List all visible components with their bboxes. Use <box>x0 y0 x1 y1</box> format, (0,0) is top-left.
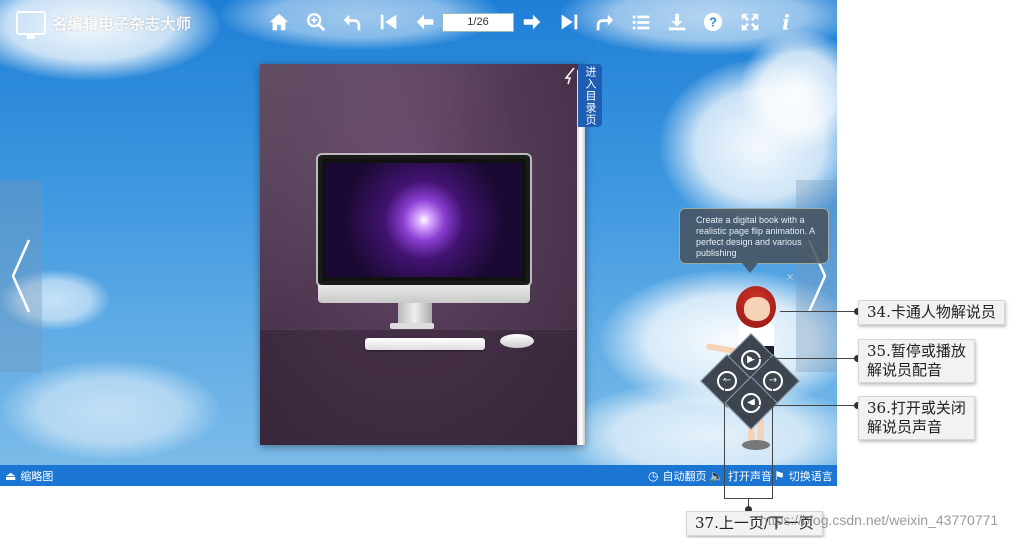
annotation-36-line1: 36.打开或关闭 <box>867 399 966 417</box>
speaker-icon: 🔈 <box>709 469 724 483</box>
play-icon: ▶ <box>741 350 761 370</box>
logo-text: 名编辑电子杂志大师 <box>52 14 192 33</box>
sound-toggle-button[interactable]: 🔈 打开声音 <box>709 468 772 484</box>
undo-back-icon[interactable] <box>340 10 364 34</box>
download-icon[interactable] <box>665 10 689 34</box>
annotation-35: 35.暂停或播放 解说员配音 <box>858 339 975 383</box>
fullscreen-icon[interactable] <box>738 10 762 34</box>
last-page-icon[interactable] <box>557 10 581 34</box>
annotation-35-line2: 解说员配音 <box>867 361 943 379</box>
close-icon[interactable]: × <box>786 272 794 283</box>
auto-flip-label: 自动翻页 <box>662 470 707 483</box>
page-corner-cursor-icon <box>564 67 575 85</box>
svg-text:i: i <box>782 11 790 33</box>
keyboard-illustration <box>365 338 485 350</box>
prev-page-icon[interactable] <box>413 10 437 34</box>
speaker-icon: ◀ <box>741 393 761 413</box>
monitor-logo-icon <box>16 11 46 39</box>
monitor-artwork <box>326 163 522 277</box>
narrator-stand <box>742 440 770 450</box>
leader-line <box>772 380 773 498</box>
flag-icon: ⚑ <box>774 469 785 483</box>
cloud <box>0 360 220 460</box>
flipbook-stage: 名编辑电子杂志大师 1/26 ? i 进入目录页 Create a digita… <box>0 0 837 486</box>
home-icon[interactable] <box>267 10 291 34</box>
svg-text:?: ? <box>709 15 717 30</box>
monitor-chin <box>318 285 530 303</box>
narrator-speech-bubble: Create a digital book with a realistic p… <box>679 208 829 264</box>
help-icon[interactable]: ? <box>701 10 725 34</box>
leader-line <box>752 405 858 406</box>
sound-label: 打开声音 <box>727 470 772 483</box>
thumbnails-label: 缩略图 <box>20 470 54 483</box>
arrow-right-icon: → <box>763 371 783 391</box>
page-counter-input[interactable]: 1/26 <box>442 13 514 32</box>
language-button[interactable]: ⚑ 切换语言 <box>774 468 833 484</box>
info-icon[interactable]: i <box>774 10 798 34</box>
leader-line <box>752 358 858 359</box>
app-logo: 名编辑电子杂志大师 <box>16 10 206 39</box>
eject-up-icon: ⏏ <box>5 469 17 483</box>
monitor-base <box>390 323 434 329</box>
monitor-stand <box>398 303 432 325</box>
mouse-illustration <box>500 334 534 348</box>
watermark: https://blog.csdn.net/weixin_43770771 <box>760 512 999 528</box>
narrator-face[interactable] <box>744 297 770 321</box>
list-icon[interactable] <box>629 10 653 34</box>
bubble-text: Create a digital book with a realistic p… <box>696 215 815 258</box>
share-icon[interactable] <box>593 10 617 34</box>
thumbnails-button[interactable]: ⏏ 缩略图 <box>5 468 53 484</box>
annotation-36-line2: 解说员声音 <box>867 418 943 436</box>
leader-line <box>724 380 725 498</box>
annotation-34-text: 34.卡通人物解说员 <box>867 303 996 321</box>
top-toolbar: 名编辑电子杂志大师 1/26 ? i <box>0 0 837 44</box>
bottom-bar: ⏏ 缩略图 ◷ 自动翻页 🔈 打开声音 ⚑ 切换语言 <box>0 465 837 486</box>
zoom-in-icon[interactable] <box>304 10 328 34</box>
annotation-34: 34.卡通人物解说员 <box>858 300 1005 325</box>
prev-page-panel[interactable] <box>0 180 42 372</box>
clock-icon: ◷ <box>648 469 659 483</box>
toc-tab[interactable]: 进入目录页 <box>578 64 602 127</box>
auto-flip-button[interactable]: ◷ 自动翻页 <box>648 468 706 484</box>
first-page-icon[interactable] <box>377 10 401 34</box>
bubble-tip <box>742 263 758 273</box>
chevron-left-icon <box>11 239 31 313</box>
next-page-icon[interactable] <box>520 10 544 34</box>
language-label: 切换语言 <box>788 470 833 483</box>
annotation-35-line1: 35.暂停或播放 <box>867 342 966 360</box>
leader-line <box>780 311 858 312</box>
annotation-36: 36.打开或关闭 解说员声音 <box>858 396 975 440</box>
monitor-illustration <box>318 155 530 285</box>
arrow-left-icon: ← <box>717 371 737 391</box>
